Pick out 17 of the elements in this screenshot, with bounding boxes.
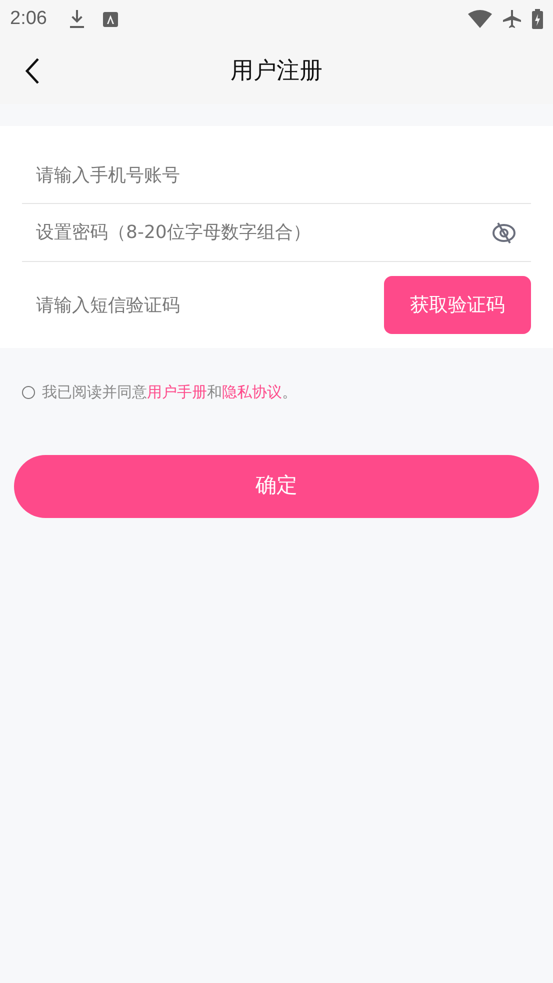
password-field[interactable]: 设置密码（8-20位字母数字组合） bbox=[36, 219, 491, 246]
page-title: 用户注册 bbox=[230, 56, 322, 86]
battery-charging-icon bbox=[532, 9, 543, 29]
download-icon bbox=[68, 10, 85, 28]
confirm-button[interactable]: 确定 bbox=[14, 454, 539, 518]
privacy-policy-link[interactable]: 隐私协议 bbox=[222, 383, 282, 401]
agreement-checkbox[interactable] bbox=[22, 386, 35, 399]
app-notification-icon bbox=[102, 12, 118, 26]
eye-off-icon[interactable] bbox=[491, 220, 517, 244]
user-manual-link[interactable]: 用户手册 bbox=[147, 383, 207, 401]
get-code-button[interactable]: 获取验证码 bbox=[384, 276, 531, 334]
sms-code-field[interactable]: 请输入短信验证码 bbox=[36, 285, 384, 325]
status-time: 2:06 bbox=[10, 6, 47, 31]
agreement-text: 我已阅读并同意用户手册和隐私协议。 bbox=[42, 382, 297, 403]
airplane-mode-icon bbox=[502, 9, 522, 29]
phone-field[interactable]: 请输入手机号账号 bbox=[22, 148, 531, 204]
wifi-icon bbox=[468, 10, 492, 28]
